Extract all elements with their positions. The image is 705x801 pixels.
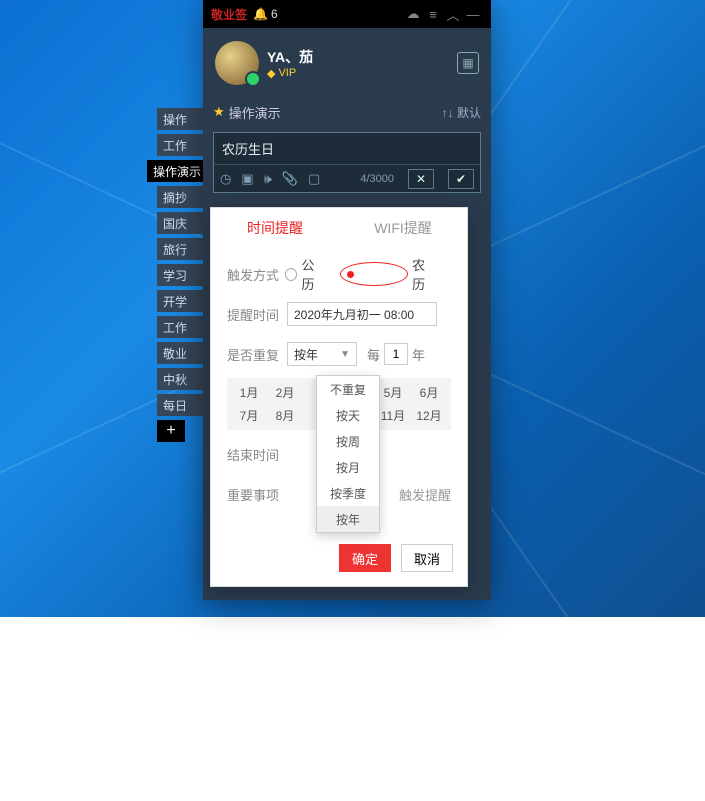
clock-icon[interactable]: ◷ bbox=[220, 171, 231, 187]
month-cell[interactable]: 6月 bbox=[411, 384, 447, 401]
sidetab-11[interactable]: 每日 bbox=[157, 394, 203, 416]
end-time-label: 结束时间 bbox=[227, 445, 287, 464]
cloud-icon[interactable]: ☁ bbox=[403, 6, 423, 22]
sidetab-active[interactable]: 操作演示 bbox=[147, 160, 203, 182]
dropdown-option[interactable]: 按天 bbox=[317, 402, 379, 428]
remind-time-row: 提醒时间 bbox=[227, 294, 451, 334]
repeat-label: 是否重复 bbox=[227, 345, 287, 364]
user-name: YA、茄 bbox=[267, 47, 313, 67]
chevron-up-icon[interactable]: ︿ bbox=[443, 5, 463, 24]
char-count: 4/3000 bbox=[360, 173, 394, 185]
notification-count: 6 bbox=[271, 7, 278, 21]
sidetab-10[interactable]: 中秋 bbox=[157, 368, 203, 390]
calendar-button[interactable]: ▦ bbox=[457, 52, 479, 74]
calendar-icon: ▦ bbox=[462, 56, 473, 70]
sidetab-9[interactable]: 敬业 bbox=[157, 342, 203, 364]
every-label: 每 bbox=[367, 345, 380, 364]
remind-time-label: 提醒时间 bbox=[227, 305, 287, 324]
month-cell[interactable]: 2月 bbox=[267, 384, 303, 401]
sort-button[interactable]: ↑↓ 默认 bbox=[442, 104, 481, 121]
every-count-input[interactable] bbox=[384, 343, 408, 365]
month-cell[interactable]: 5月 bbox=[375, 384, 411, 401]
tab-time-reminder[interactable]: 时间提醒 bbox=[211, 208, 339, 248]
radio-dot-unselected bbox=[285, 268, 298, 281]
dropdown-option[interactable]: 不重复 bbox=[317, 376, 379, 402]
sidetab-5[interactable]: 旅行 bbox=[157, 238, 203, 260]
dropdown-option-selected[interactable]: 按年 bbox=[317, 506, 379, 532]
note-editor: 农历生日 ◷ ▣ 🕪 📎 ▢ 4/3000 ✕ ✔ bbox=[213, 132, 481, 193]
remind-time-input[interactable] bbox=[287, 302, 437, 326]
note-text-input[interactable]: 农历生日 bbox=[214, 133, 480, 164]
sidetab-add[interactable]: + bbox=[157, 420, 185, 442]
sidetab-8[interactable]: 工作 bbox=[157, 316, 203, 338]
category-side-tabs: 操作 工作 操作演示 摘抄 国庆 旅行 学习 开学 工作 敬业 中秋 每日 + bbox=[157, 108, 203, 442]
month-cell[interactable]: 1月 bbox=[231, 384, 267, 401]
repeat-select[interactable]: 按年 ▼ bbox=[287, 342, 357, 366]
confirm-note-button[interactable]: ✔ bbox=[448, 169, 474, 189]
tab-wifi-reminder[interactable]: WIFI提醒 bbox=[339, 208, 467, 248]
screen-icon[interactable]: ▢ bbox=[308, 171, 320, 187]
sidetab-1[interactable]: 工作 bbox=[157, 134, 203, 156]
important-hint: 触发提醒 bbox=[399, 485, 451, 504]
caret-down-icon: ▼ bbox=[340, 349, 350, 360]
every-unit: 年 bbox=[412, 345, 425, 364]
sidetab-7[interactable]: 开学 bbox=[157, 290, 203, 312]
radio-dot-selected bbox=[340, 262, 408, 286]
bell-icon: 🔔 bbox=[253, 7, 268, 21]
cancel-note-button[interactable]: ✕ bbox=[408, 169, 434, 189]
sidetab-6[interactable]: 学习 bbox=[157, 264, 203, 286]
dropdown-option[interactable]: 按周 bbox=[317, 428, 379, 454]
radio-lunar[interactable]: 农历 bbox=[340, 255, 437, 293]
category-name: 操作演示 bbox=[229, 103, 281, 122]
avatar[interactable] bbox=[215, 41, 259, 85]
notification-badge[interactable]: 🔔 6 bbox=[253, 7, 278, 21]
vip-badge: ◆ VIP bbox=[267, 67, 313, 80]
category-header: ★ 操作演示 ↑↓ 默认 bbox=[203, 98, 491, 126]
cancel-button[interactable]: 取消 bbox=[401, 544, 453, 572]
note-toolbar: ◷ ▣ 🕪 📎 ▢ 4/3000 ✕ ✔ bbox=[214, 164, 480, 192]
trigger-row: 触发方式 公历 农历 bbox=[227, 254, 451, 294]
radio-solar[interactable]: 公历 bbox=[285, 255, 327, 293]
important-label: 重要事项 bbox=[227, 485, 287, 504]
attach-icon[interactable]: 📎 bbox=[282, 171, 298, 187]
minimize-icon[interactable]: — bbox=[463, 7, 483, 22]
image-icon[interactable]: ▣ bbox=[241, 171, 253, 187]
month-cell[interactable]: 8月 bbox=[267, 407, 303, 424]
user-bar: YA、茄 ◆ VIP ▦ bbox=[203, 28, 491, 98]
sidetab-3[interactable]: 摘抄 bbox=[157, 186, 203, 208]
app-brand: 敬业签 bbox=[211, 6, 247, 23]
sidetab-0[interactable]: 操作 bbox=[157, 108, 203, 130]
trigger-label: 触发方式 bbox=[227, 265, 285, 284]
month-cell[interactable]: 7月 bbox=[231, 407, 267, 424]
dropdown-option[interactable]: 按季度 bbox=[317, 480, 379, 506]
star-icon: ★ bbox=[213, 104, 225, 120]
month-cell[interactable]: 11月 bbox=[375, 407, 411, 424]
repeat-dropdown-menu: 不重复 按天 按周 按月 按季度 按年 bbox=[316, 375, 380, 533]
popover-tabs: 时间提醒 WIFI提醒 bbox=[211, 208, 467, 248]
diamond-icon: ◆ bbox=[267, 67, 275, 80]
sidetab-4[interactable]: 国庆 bbox=[157, 212, 203, 234]
sound-icon[interactable]: 🕪 bbox=[264, 171, 272, 187]
ok-button[interactable]: 确定 bbox=[339, 544, 391, 572]
repeat-row: 是否重复 按年 ▼ 每 年 bbox=[227, 334, 451, 374]
dropdown-option[interactable]: 按月 bbox=[317, 454, 379, 480]
month-cell[interactable]: 12月 bbox=[411, 407, 447, 424]
titlebar: 敬业签 🔔 6 ☁ ≡ ︿ — bbox=[203, 0, 491, 28]
menu-icon[interactable]: ≡ bbox=[423, 7, 443, 22]
